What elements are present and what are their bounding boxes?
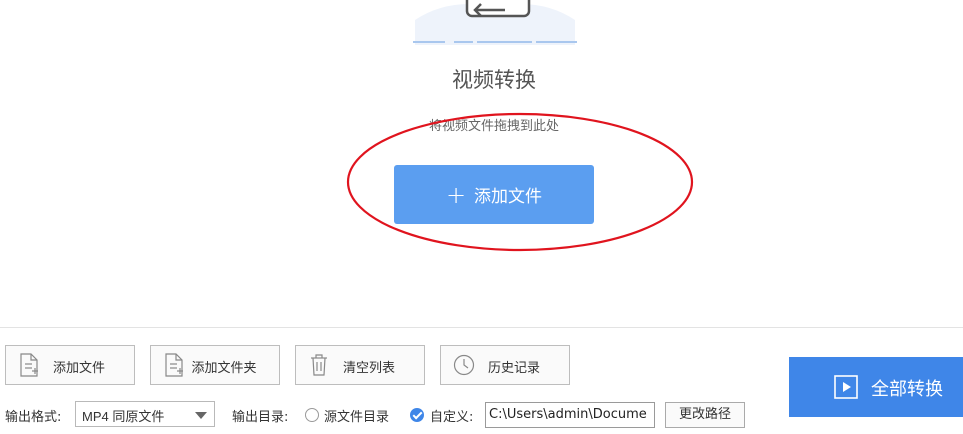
custom-dir-label: 自定义:: [430, 410, 474, 425]
chevron-down-icon: [195, 412, 207, 419]
source-dir-label: 源文件目录: [324, 410, 390, 425]
add-folder-label: 添加文件夹: [191, 361, 257, 376]
convert-all-label: 全部转换: [871, 379, 943, 400]
convert-all-button[interactable]: 全部转换: [789, 357, 963, 417]
history-button[interactable]: 历史记录: [440, 345, 570, 385]
clear-list-label: 清空列表: [342, 361, 395, 376]
add-file-button[interactable]: 添加文件: [5, 345, 135, 385]
custom-dir-radio[interactable]: [410, 408, 424, 422]
change-path-button[interactable]: 更改路径: [665, 402, 745, 428]
convert-illustration-icon: [413, 0, 577, 45]
app-window: 视频转换 将视频文件拖拽到此处 + 添加文件 添加文件 添加文件夹 清空列表 历…: [0, 0, 963, 434]
output-path-input[interactable]: C:\Users\admin\Docume: [485, 402, 655, 428]
output-format-value: MP4 同原文件: [82, 409, 165, 424]
add-file-label: 添加文件: [52, 361, 105, 376]
divider: [0, 327, 963, 328]
output-format-select[interactable]: MP4 同原文件: [75, 401, 215, 427]
add-file-primary-button[interactable]: + 添加文件: [394, 165, 594, 224]
source-dir-radio[interactable]: [305, 408, 319, 422]
clear-list-button[interactable]: 清空列表: [295, 345, 425, 385]
play-icon: [834, 375, 858, 399]
history-label: 历史记录: [487, 361, 540, 376]
plus-icon: +: [445, 180, 467, 209]
output-dir-label: 输出目录:: [232, 410, 289, 425]
drop-hint-text: 将视频文件拖拽到此处: [428, 119, 559, 134]
add-folder-button[interactable]: 添加文件夹: [150, 345, 280, 385]
add-file-primary-label: 添加文件: [474, 187, 543, 207]
page-title: 视频转换: [452, 68, 536, 92]
output-format-label: 输出格式:: [5, 410, 62, 425]
